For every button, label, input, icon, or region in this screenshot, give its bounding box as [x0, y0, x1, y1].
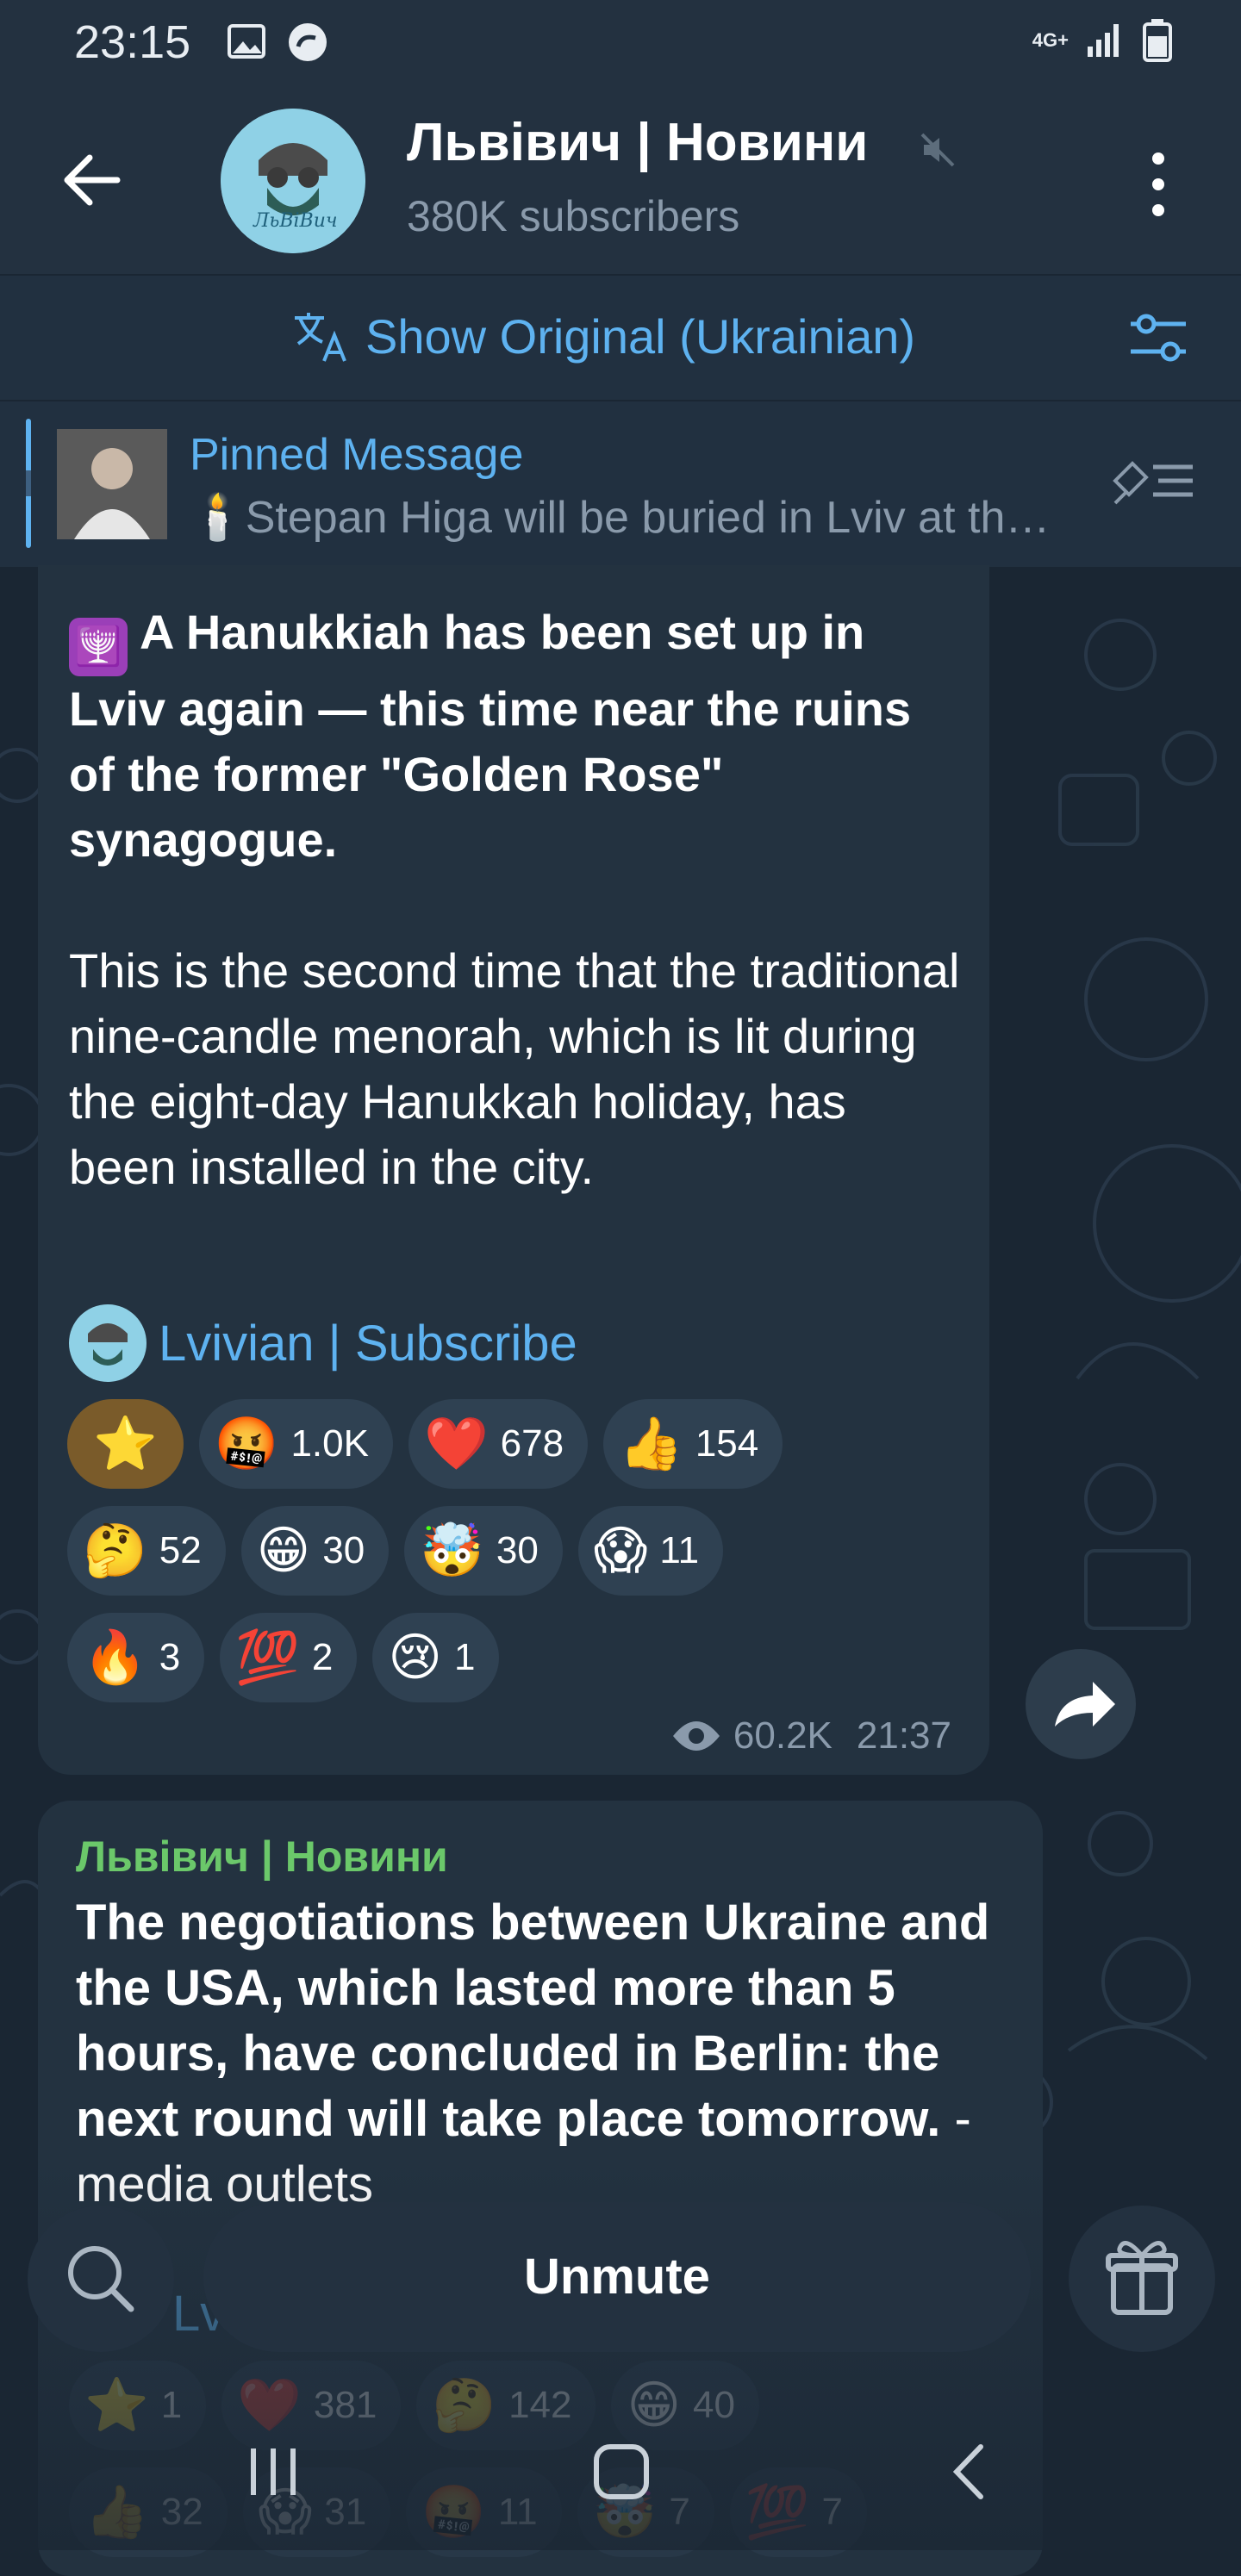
status-bar: 23:15 4G+ [0, 0, 1241, 83]
message-bubble[interactable]: 🕎 A Hanukkiah has been set up in Lviv aga… [38, 565, 989, 1775]
search-button[interactable] [28, 2206, 174, 2352]
reactions: ⭐ 🤬 1.0K ❤️ 678 👍 154 🤔 52 😁 30 🤯 30 😱 11 🔥 3 💯 2 😢 1 [67, 1399, 981, 1720]
reaction-count: 30 [496, 1529, 539, 1571]
reaction-chip[interactable]: 😱 11 [577, 1506, 724, 1596]
subscriber-count: 380K subscribers [407, 192, 740, 240]
reaction-emoji: 😁 [256, 1521, 311, 1579]
message-time: 21:37 [856, 1714, 951, 1757]
reaction-count: 3 [159, 1636, 181, 1678]
signal-icon [1088, 24, 1119, 57]
subscribe-link-row[interactable]: Lvivian | Subscribe [69, 1304, 577, 1382]
reaction-emoji: 👍 [619, 1415, 683, 1472]
translate-bar: Show Original (Ukrainian) [0, 274, 1241, 401]
share-arrow-icon [1055, 1682, 1115, 1727]
gift-button[interactable] [1069, 2206, 1215, 2352]
show-original-label: Show Original (Ukrainian) [365, 309, 916, 364]
views-eye-icon [672, 1721, 720, 1751]
status-time: 23:15 [74, 16, 191, 68]
reaction-chip[interactable]: 😢 1 [372, 1613, 500, 1702]
unmute-button[interactable]: Unmute [203, 2202, 1031, 2352]
message-headline: A Hanukkiah has been set up in Lviv agai… [69, 605, 912, 867]
reaction-count: 52 [159, 1529, 202, 1571]
channel-mini-avatar [69, 1304, 147, 1382]
reaction-chip[interactable]: 🤔 52 [67, 1506, 226, 1596]
sync-notification-icon [289, 23, 327, 61]
pinned-text: 🕯️Stepan Higa will be buried in Lviv at … [190, 493, 1051, 543]
channel-title[interactable]: Львівич | Новини [407, 112, 868, 173]
reaction-row: 🤔 52 😁 30 🤯 30 😱 11 [67, 1506, 981, 1596]
reaction-chip[interactable]: ❤️ 678 [408, 1399, 589, 1489]
pinned-indicator [26, 419, 31, 548]
message-author: Львівич | Новини [76, 1832, 448, 1881]
reaction-chip[interactable]: 🔥 3 [67, 1613, 205, 1702]
message-text: 🕎 A Hanukkiah has been set up in Lviv aga… [69, 600, 965, 1200]
views-count: 60.2K [733, 1714, 833, 1757]
more-options-icon[interactable] [1141, 150, 1176, 219]
chat-header: ЛьВіВич Львівич | Новини 380K subscriber… [0, 83, 1241, 274]
reaction-count: 2 [311, 1636, 334, 1678]
muted-speaker-icon [920, 133, 955, 167]
message2-bold: The negotiations between Ukraine and the… [76, 1895, 990, 2147]
search-icon [68, 2246, 134, 2312]
reaction-count: 154 [695, 1422, 759, 1465]
subscribe-link[interactable]: Lvivian | Subscribe [159, 1315, 577, 1372]
pinned-title: Pinned Message [190, 430, 524, 480]
home-icon[interactable] [591, 2442, 652, 2502]
back-arrow-icon[interactable] [60, 148, 124, 212]
reaction-emoji: 💯 [235, 1628, 300, 1686]
reaction-emoji: 🤬 [214, 1415, 279, 1472]
reaction-chip[interactable]: ⭐ [67, 1399, 184, 1489]
share-button[interactable] [1026, 1649, 1136, 1759]
battery-icon [1143, 19, 1172, 62]
show-original-button[interactable]: Show Original (Ukrainian) [291, 308, 915, 364]
translate-icon [295, 312, 346, 362]
system-back-icon[interactable] [939, 2442, 1000, 2502]
reaction-emoji: 🤔 [83, 1521, 147, 1579]
network-type-icon: 4G+ [1032, 29, 1069, 51]
pinned-list-icon[interactable] [1112, 455, 1198, 507]
reaction-row: ⭐ 🤬 1.0K ❤️ 678 👍 154 [67, 1399, 981, 1489]
pinned-thumbnail [57, 429, 167, 539]
reaction-chip[interactable]: 🤬 1.0K [198, 1399, 393, 1489]
message-body: This is the second time that the traditi… [69, 943, 960, 1194]
pinned-message-bar[interactable]: Pinned Message 🕯️Stepan Higa will be bur… [0, 400, 1241, 567]
reaction-count: 678 [500, 1422, 564, 1465]
system-nav-bar [0, 2421, 1241, 2550]
channel-avatar[interactable]: ЛьВіВич [221, 109, 365, 253]
recent-apps-icon[interactable] [243, 2442, 303, 2502]
reaction-chip[interactable]: 🤯 30 [404, 1506, 563, 1596]
reaction-count: 11 [659, 1529, 700, 1571]
reaction-chip[interactable]: 💯 2 [220, 1613, 358, 1702]
reaction-emoji: 🤯 [420, 1521, 484, 1579]
translation-settings-icon[interactable] [1127, 310, 1189, 365]
reaction-emoji: ⭐ [93, 1415, 158, 1472]
reaction-row: 🔥 3 💯 2 😢 1 [67, 1613, 981, 1702]
reaction-emoji: 🔥 [83, 1628, 147, 1686]
gift-icon [1106, 2241, 1178, 2315]
reaction-emoji: ❤️ [423, 1415, 489, 1472]
reaction-count: 30 [322, 1529, 365, 1571]
reaction-count: 1.0K [290, 1422, 369, 1465]
reaction-count: 1 [453, 1636, 476, 1678]
reaction-chip[interactable]: 😁 30 [240, 1506, 390, 1596]
reaction-emoji: 😱 [593, 1521, 648, 1579]
reaction-emoji: 😢 [388, 1628, 442, 1686]
gallery-notification-icon [228, 24, 265, 59]
reaction-chip[interactable]: 👍 154 [603, 1399, 783, 1489]
avatar-text: ЛьВіВич [253, 210, 338, 232]
message-meta: 60.2K 21:37 [671, 1714, 951, 1758]
menorah-emoji: 🕎 [69, 618, 128, 676]
